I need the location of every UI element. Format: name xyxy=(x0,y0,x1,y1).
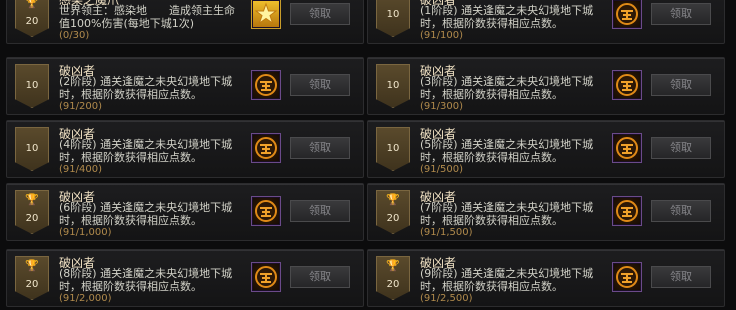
points-badge: 🏆 20 xyxy=(15,0,49,37)
emblem-icon xyxy=(612,0,642,29)
claim-button[interactable]: 领取 xyxy=(290,3,350,25)
points-badge: 10 xyxy=(376,127,410,171)
achievement-card: 🏆 20 破凶者 (6阶段) 通关逢魔之未央幻境地下城时，根据阶数获得相应点数。… xyxy=(6,183,364,241)
points-badge: 10 xyxy=(376,0,410,37)
emblem-icon xyxy=(612,133,642,163)
points-badge: 🏆 20 xyxy=(376,190,410,234)
achievement-grid: 🏆 20 感染之魔爪 世界领主：感染地 造成领主生命值100%伤害(每地下城1次… xyxy=(0,0,736,310)
achievement-description: (5阶段) 通关逢魔之未央幻境地下城时，根据阶数获得相应点数。 xyxy=(420,138,594,164)
points-value: 20 xyxy=(25,16,39,27)
points-value: 10 xyxy=(25,143,39,154)
points-badge: 🏆 20 xyxy=(15,190,49,234)
claim-button[interactable]: 领取 xyxy=(651,266,711,288)
points-value: 20 xyxy=(386,213,400,224)
achievement-description: (4阶段) 通关逢魔之未央幻境地下城时，根据阶数获得相应点数。 xyxy=(59,138,233,164)
achievement-description: (3阶段) 通关逢魔之未央幻境地下城时，根据阶数获得相应点数。 xyxy=(420,75,594,101)
trophy-icon: 🏆 xyxy=(25,0,39,9)
claim-button[interactable]: 领取 xyxy=(651,74,711,96)
claim-button[interactable]: 领取 xyxy=(290,74,350,96)
achievement-progress: (91/200) xyxy=(59,101,102,112)
achievement-progress: (91/300) xyxy=(420,101,463,112)
achievement-card: 10 破凶者 (4阶段) 通关逢魔之未央幻境地下城时，根据阶数获得相应点数。 (… xyxy=(6,120,364,178)
trophy-icon: 🏆 xyxy=(25,193,39,206)
achievement-card: 🏆 20 感染之魔爪 世界领主：感染地 造成领主生命值100%伤害(每地下城1次… xyxy=(6,0,364,44)
points-value: 20 xyxy=(25,279,39,290)
claim-button[interactable]: 领取 xyxy=(651,137,711,159)
achievement-card: 🏆 20 破凶者 (7阶段) 通关逢魔之未央幻境地下城时，根据阶数获得相应点数。… xyxy=(367,183,725,241)
achievement-progress: (91/1,500) xyxy=(420,227,473,238)
emblem-icon xyxy=(612,70,642,100)
points-value: 10 xyxy=(386,9,400,20)
claim-button[interactable]: 领取 xyxy=(651,3,711,25)
points-value: 20 xyxy=(386,279,400,290)
emblem-icon xyxy=(612,196,642,226)
points-value: 10 xyxy=(25,80,39,91)
achievement-card: 🏆 20 破凶者 (8阶段) 通关逢魔之未央幻境地下城时，根据阶数获得相应点数。… xyxy=(6,249,364,307)
claim-button[interactable]: 领取 xyxy=(651,200,711,222)
points-badge: 10 xyxy=(376,64,410,108)
emblem-icon xyxy=(251,262,281,292)
gold-star-icon xyxy=(251,0,281,29)
achievement-description: 世界领主：感染地 造成领主生命值100%伤害(每地下城1次) xyxy=(59,4,235,30)
achievement-progress: (91/1,000) xyxy=(59,227,112,238)
achievement-description: (6阶段) 通关逢魔之未央幻境地下城时，根据阶数获得相应点数。 xyxy=(59,201,233,227)
trophy-icon: 🏆 xyxy=(386,259,400,272)
emblem-icon xyxy=(251,70,281,100)
points-value: 10 xyxy=(386,80,400,91)
points-badge: 🏆 20 xyxy=(15,256,49,300)
trophy-icon: 🏆 xyxy=(386,193,400,206)
achievement-card: 🏆 20 破凶者 (9阶段) 通关逢魔之未央幻境地下城时，根据阶数获得相应点数。… xyxy=(367,249,725,307)
claim-button[interactable]: 领取 xyxy=(290,137,350,159)
achievement-description: (8阶段) 通关逢魔之未央幻境地下城时，根据阶数获得相应点数。 xyxy=(59,267,233,293)
points-badge: 10 xyxy=(15,64,49,108)
achievement-card: 10 破凶者 (3阶段) 通关逢魔之未央幻境地下城时，根据阶数获得相应点数。 (… xyxy=(367,57,725,115)
achievement-progress: (91/500) xyxy=(420,164,463,175)
claim-button[interactable]: 领取 xyxy=(290,266,350,288)
achievement-description: (7阶段) 通关逢魔之未央幻境地下城时，根据阶数获得相应点数。 xyxy=(420,201,594,227)
achievement-description: (2阶段) 通关逢魔之未央幻境地下城时，根据阶数获得相应点数。 xyxy=(59,75,233,101)
achievement-card: 10 破凶者 (2阶段) 通关逢魔之未央幻境地下城时，根据阶数获得相应点数。 (… xyxy=(6,57,364,115)
emblem-icon xyxy=(251,133,281,163)
achievement-progress: (91/2,000) xyxy=(59,293,112,304)
achievement-card: 10 破凶者 (1阶段) 通关逢魔之未央幻境地下城时，根据阶数获得相应点数。 (… xyxy=(367,0,725,44)
achievement-progress: (91/2,500) xyxy=(420,293,473,304)
claim-button[interactable]: 领取 xyxy=(290,200,350,222)
points-badge: 10 xyxy=(15,127,49,171)
points-badge: 🏆 20 xyxy=(376,256,410,300)
achievement-progress: (0/30) xyxy=(59,30,90,41)
achievement-description: (9阶段) 通关逢魔之未央幻境地下城时，根据阶数获得相应点数。 xyxy=(420,267,594,293)
achievement-progress: (91/100) xyxy=(420,30,463,41)
achievement-card: 10 破凶者 (5阶段) 通关逢魔之未央幻境地下城时，根据阶数获得相应点数。 (… xyxy=(367,120,725,178)
points-value: 20 xyxy=(25,213,39,224)
achievement-progress: (91/400) xyxy=(59,164,102,175)
points-value: 10 xyxy=(386,143,400,154)
trophy-icon: 🏆 xyxy=(25,259,39,272)
emblem-icon xyxy=(612,262,642,292)
achievement-description: (1阶段) 通关逢魔之未央幻境地下城时，根据阶数获得相应点数。 xyxy=(420,4,594,30)
emblem-icon xyxy=(251,196,281,226)
